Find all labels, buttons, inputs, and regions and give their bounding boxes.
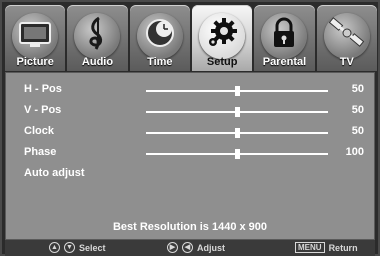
lock-icon xyxy=(274,17,295,47)
row-value: 50 xyxy=(351,104,364,116)
tab-label: Audio xyxy=(81,56,114,68)
v-pos-row[interactable]: V - Pos 50 xyxy=(6,102,374,122)
tab-audio[interactable]: Audio xyxy=(67,5,128,71)
select-hint-label: Select xyxy=(79,242,106,253)
down-arrow-icon: ▼ xyxy=(64,242,75,253)
phase-slider[interactable] xyxy=(146,149,328,159)
tab-setup[interactable]: Setup xyxy=(191,5,253,71)
v-pos-slider[interactable] xyxy=(146,107,328,117)
auto-adjust-label: Auto adjust xyxy=(24,167,85,179)
hint-bar: ▲ ▼ Select ▶ ◀ Adjust MENU Return xyxy=(5,240,375,256)
row-value: 50 xyxy=(351,83,364,95)
phase-row[interactable]: Phase 100 xyxy=(6,144,374,164)
tab-label: Setup xyxy=(206,56,238,68)
tab-label: Time xyxy=(147,56,173,68)
row-value: 50 xyxy=(351,125,364,137)
auto-adjust-row[interactable]: Auto adjust xyxy=(6,165,374,185)
row-label: H - Pos xyxy=(24,83,62,95)
right-arrow-icon: ▶ xyxy=(167,242,178,253)
select-hint: ▲ ▼ Select xyxy=(49,242,106,253)
row-label: Clock xyxy=(24,125,54,137)
tab-label: Parental xyxy=(262,56,307,68)
tab-time[interactable]: Time xyxy=(129,5,190,71)
tv-icon xyxy=(19,22,52,47)
tab-parental[interactable]: Parental xyxy=(254,5,315,71)
osd-screen: Picture Audio Time Setup Parental TV H -… xyxy=(0,0,380,256)
clock-icon xyxy=(145,19,174,47)
clock-slider[interactable] xyxy=(146,128,328,138)
return-hint-label: Return xyxy=(328,242,358,253)
slider-knob[interactable] xyxy=(235,107,240,117)
left-arrow-icon: ◀ xyxy=(182,242,193,253)
tab-picture[interactable]: Picture xyxy=(5,5,66,71)
h-pos-slider[interactable] xyxy=(146,86,328,96)
slider-knob[interactable] xyxy=(235,128,240,138)
treble-clef-icon xyxy=(89,16,103,50)
gear-icon xyxy=(209,18,238,46)
up-arrow-icon: ▲ xyxy=(49,242,60,253)
slider-knob[interactable] xyxy=(235,86,240,96)
clock-row[interactable]: Clock 50 xyxy=(6,123,374,143)
h-pos-row[interactable]: H - Pos 50 xyxy=(6,81,374,101)
satellite-icon xyxy=(328,17,365,47)
tab-label: TV xyxy=(339,56,354,68)
best-resolution-note: Best Resolution is 1440 x 900 xyxy=(112,221,268,233)
tab-label: Picture xyxy=(16,56,54,68)
setup-panel: H - Pos 50 V - Pos 50 Clock 50 Phase 100… xyxy=(5,72,375,240)
adjust-hint: ▶ ◀ Adjust xyxy=(167,242,225,253)
row-label: Phase xyxy=(24,146,57,158)
row-value: 100 xyxy=(345,146,364,158)
menu-key-icon: MENU xyxy=(295,242,325,253)
tab-tv[interactable]: TV xyxy=(316,5,377,71)
row-label: V - Pos xyxy=(24,104,62,116)
return-hint: MENU Return xyxy=(295,242,358,253)
slider-knob[interactable] xyxy=(235,149,240,159)
adjust-hint-label: Adjust xyxy=(197,242,225,253)
tab-bar: Picture Audio Time Setup Parental TV xyxy=(5,5,377,71)
